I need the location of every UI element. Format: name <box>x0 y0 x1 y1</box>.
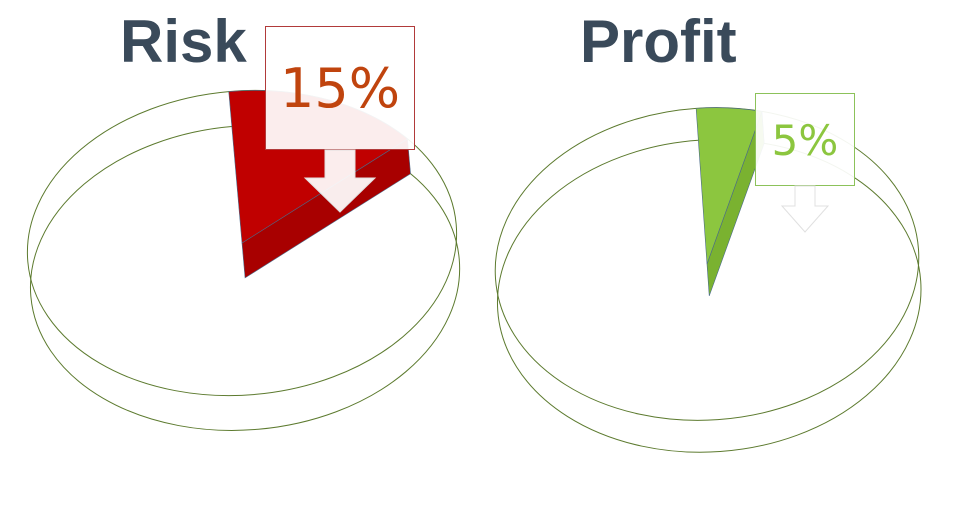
down-arrow-icon <box>303 149 377 213</box>
chart-title-profit: Profit <box>580 8 737 75</box>
data-label-risk: 15% <box>265 26 415 150</box>
profit-pie <box>494 107 922 453</box>
down-arrow-icon <box>780 185 830 233</box>
data-label-profit: 5% <box>755 93 855 186</box>
chart-title-risk: Risk <box>120 8 247 75</box>
risk-chart: Risk 15% <box>0 0 481 509</box>
profit-chart: Profit 5% <box>465 0 946 509</box>
